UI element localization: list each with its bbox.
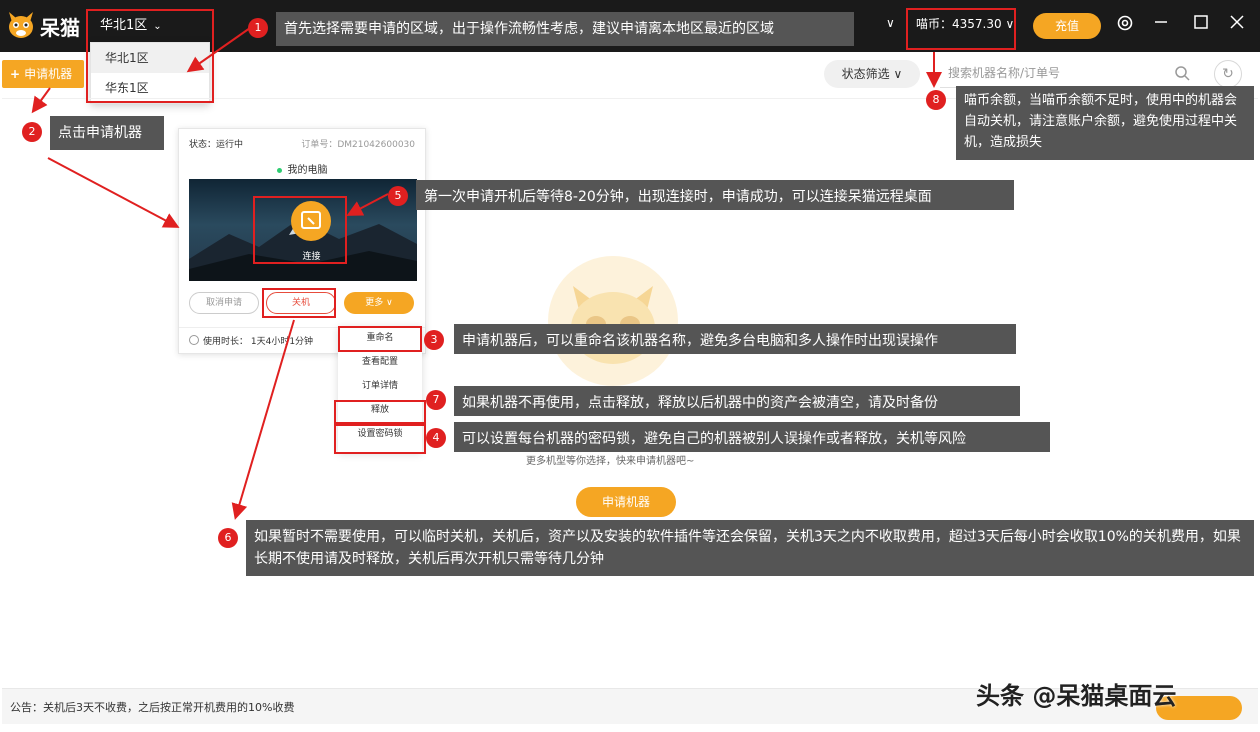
annotation-badge-6: 6 [218, 528, 238, 548]
minimize-icon[interactable] [1150, 14, 1172, 36]
highlight-balance [906, 8, 1016, 50]
cancel-application-button[interactable]: 取消申请 [189, 292, 259, 314]
annotation-note-4: 可以设置每台机器的密码锁，避免自己的机器被别人误操作或者释放，关机等风险 [454, 422, 1050, 452]
apply-machine-button[interactable]: + 申请机器 [2, 60, 84, 88]
highlight-region [86, 9, 214, 103]
apply-machine-label: 申请机器 [24, 67, 73, 81]
highlight-password-lock [334, 424, 426, 454]
annotation-note-7: 如果机器不再使用，点击释放，释放以后机器中的资产会被清空，请及时备份 [454, 386, 1020, 416]
highlight-connect [253, 196, 347, 264]
card-machine-name: 我的电脑 [179, 161, 425, 176]
recharge-button[interactable]: 充值 [1033, 13, 1101, 39]
highlight-rename [338, 326, 422, 352]
annotation-note-6: 如果暂时不需要使用，可以临时关机，关机后，资产以及安装的软件插件等还会保留，关机… [246, 520, 1254, 576]
search-icon[interactable] [1174, 65, 1190, 81]
annotation-badge-4: 4 [426, 428, 446, 448]
chevron-down-icon[interactable]: ∨ [886, 16, 895, 30]
search-input[interactable] [940, 60, 1160, 86]
annotation-note-3: 申请机器后，可以重命名该机器名称，避免多台电脑和多人操作时出现误操作 [454, 324, 1016, 354]
chevron-down-icon: ∨ [893, 67, 903, 81]
annotation-note-2: 点击申请机器 [50, 116, 164, 150]
annotation-badge-1: 1 [248, 18, 268, 38]
card-order-number: 订单号：DM21042600030 [301, 140, 415, 150]
plus-icon: + [10, 67, 21, 81]
status-filter-label: 状态筛选 [841, 67, 890, 81]
highlight-release [334, 400, 426, 424]
empty-state-text: 更多机型等你选择，快来申请机器吧~ [526, 456, 695, 467]
menu-item-view-config[interactable]: 查看配置 [338, 350, 422, 374]
annotation-note-8: 喵币余额，当喵币余额不足时，使用中的机器会自动关机，请注意账户余额，避免使用过程… [956, 86, 1254, 160]
annotation-note-5: 第一次申请开机后等待8-20分钟，出现连接时，申请成功，可以连接呆猫远程桌面 [416, 180, 1014, 210]
highlight-shutdown [262, 288, 336, 318]
cat-logo-icon [9, 12, 33, 38]
status-dot-icon [276, 167, 282, 173]
gear-icon[interactable] [1114, 14, 1136, 36]
close-icon[interactable] [1226, 14, 1248, 36]
status-filter-select[interactable]: 状态筛选 ∨ [824, 60, 920, 88]
annotation-badge-7: 7 [426, 390, 446, 410]
empty-apply-button[interactable]: 申请机器 [576, 487, 676, 517]
mascot-watermark-icon [548, 256, 678, 386]
menu-item-order-details[interactable]: 订单详情 [338, 374, 422, 398]
annotation-note-1: 首先选择需要申请的区域，出于操作流畅性考虑，建议申请离本地区最近的区域 [276, 12, 854, 46]
usage-duration-label: 使用时长： 1天4小时1分钟 [203, 337, 314, 347]
search-box [940, 60, 1202, 88]
annotation-badge-3: 3 [424, 330, 444, 350]
refresh-icon[interactable]: ↻ [1214, 60, 1242, 88]
annotation-badge-5: 5 [388, 186, 408, 206]
card-status: 状态：运行中 [189, 140, 244, 150]
card-machine-name-label: 我的电脑 [287, 165, 328, 176]
more-button[interactable]: 更多 ∨ [344, 292, 414, 314]
clock-icon [189, 335, 199, 345]
watermark-text: 头条 @呆猫桌面云 [976, 682, 1177, 710]
maximize-icon[interactable] [1190, 14, 1212, 36]
annotation-badge-2: 2 [22, 122, 42, 142]
chevron-down-icon: ∨ [386, 298, 393, 308]
annotation-badge-8: 8 [926, 90, 946, 110]
app-name: 呆猫 [40, 16, 80, 40]
more-label: 更多 [365, 298, 384, 308]
